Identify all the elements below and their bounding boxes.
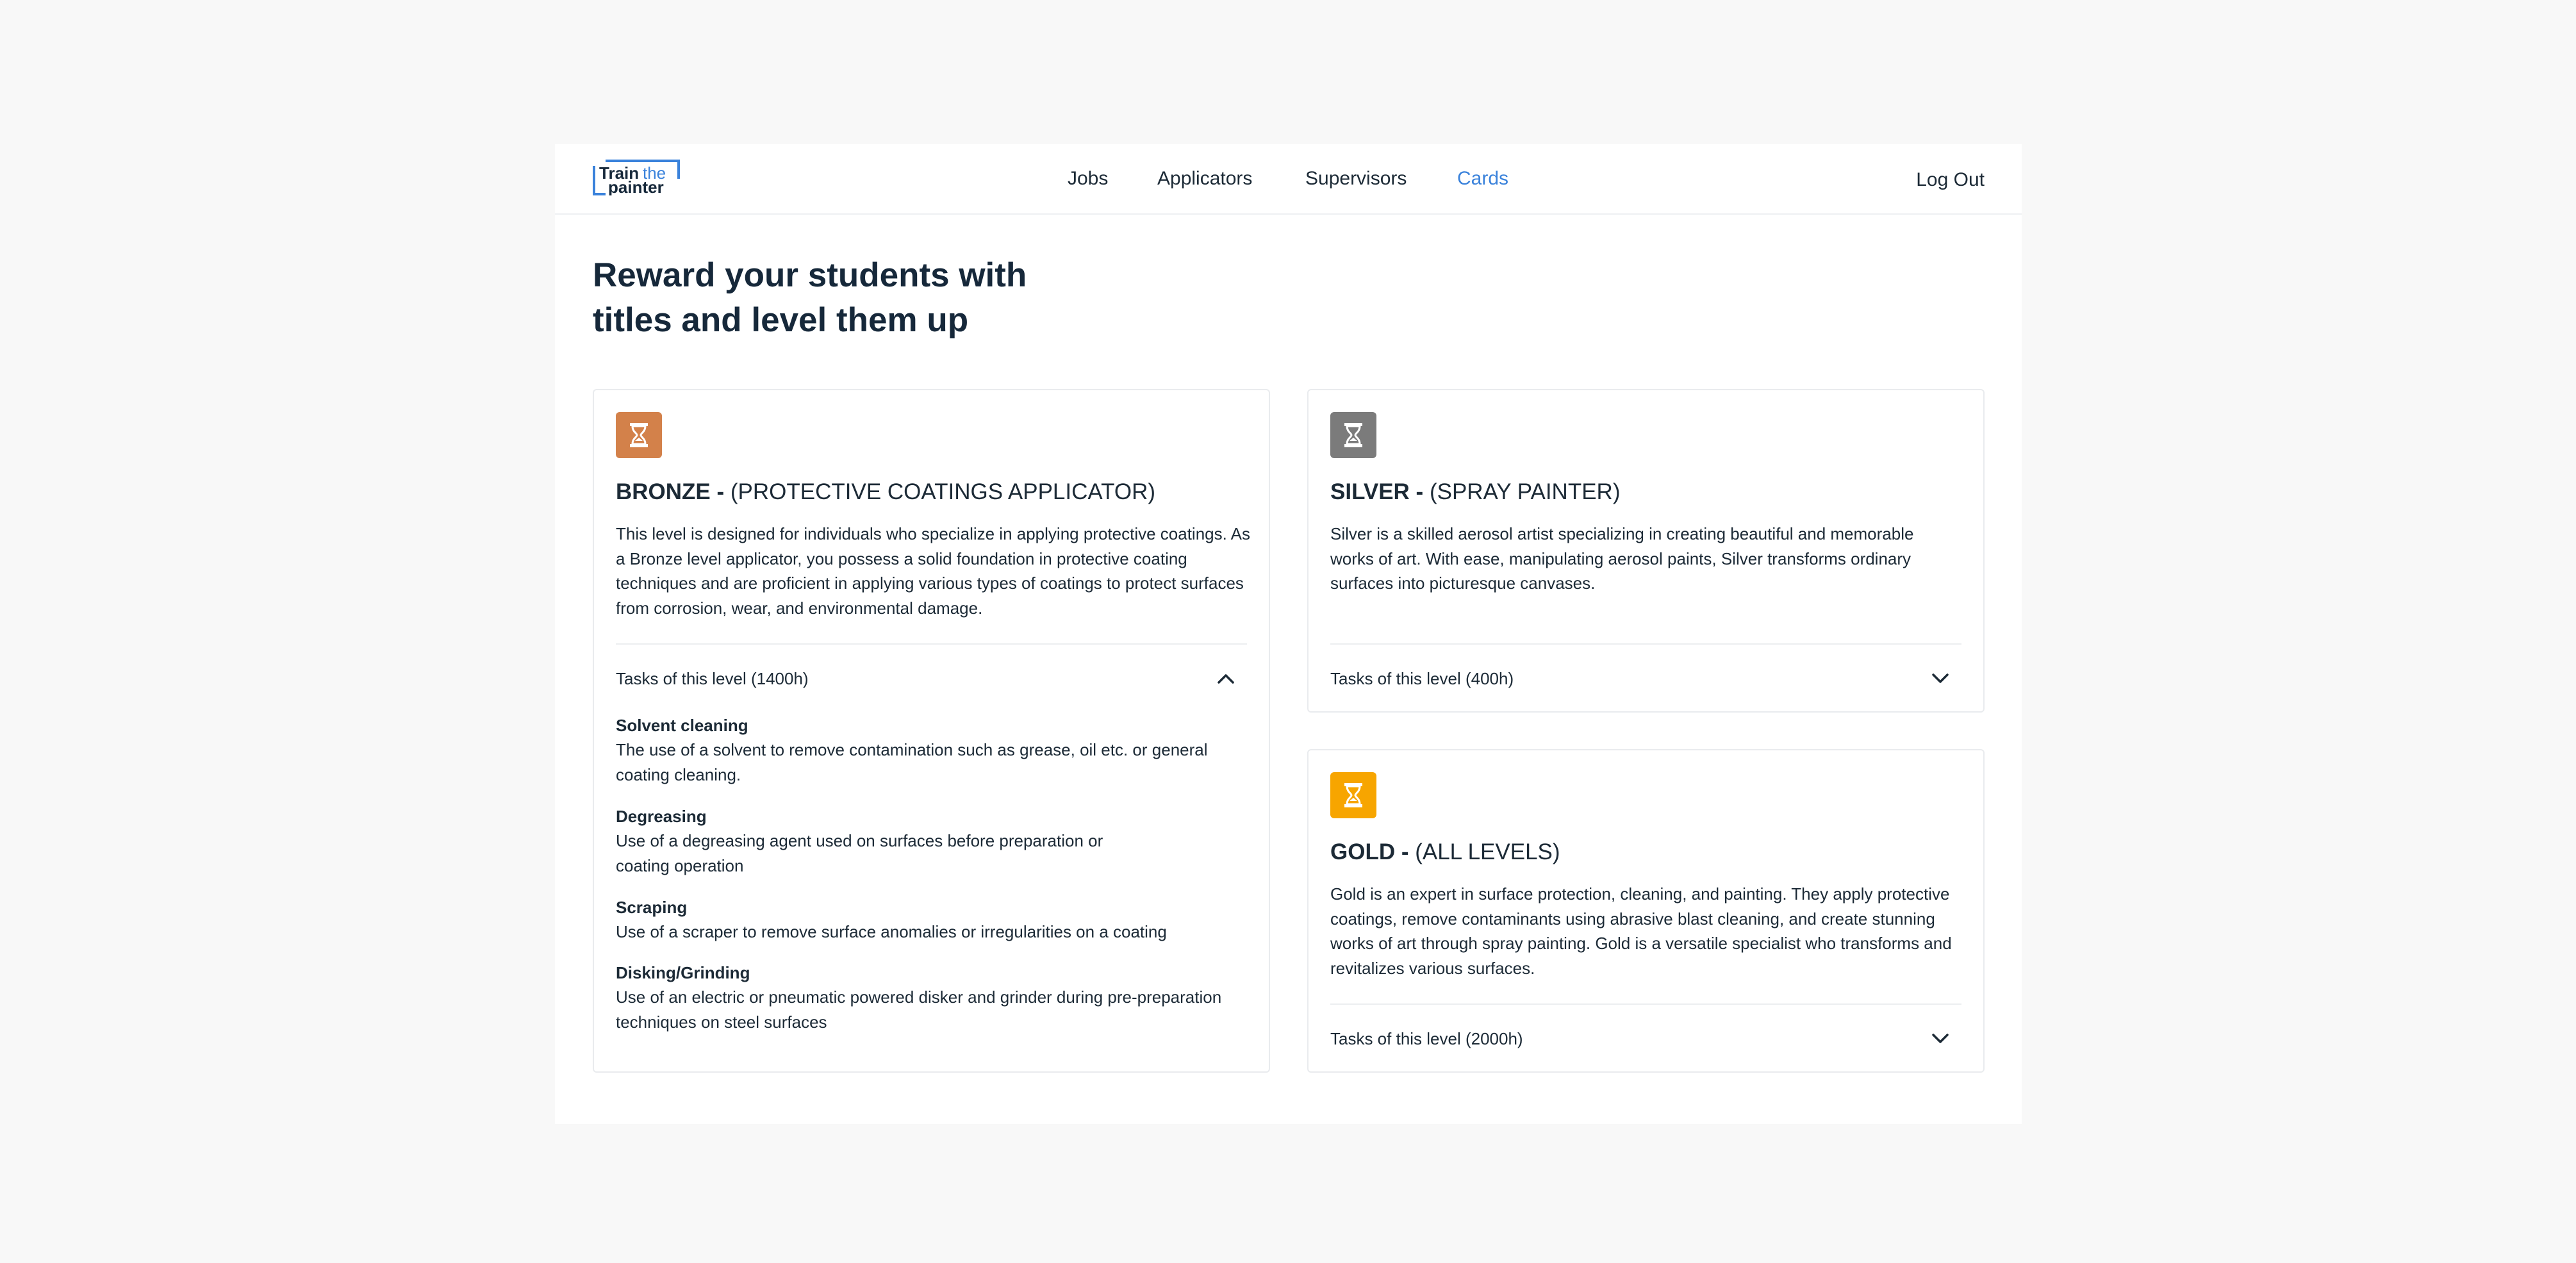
task-item: Disking/Grinding Use of an electric or p… bbox=[616, 961, 1257, 1034]
task-item: Degreasing Use of a degreasing agent use… bbox=[616, 804, 1116, 878]
chevron-down-icon bbox=[1932, 1034, 1949, 1043]
task-item: Scraping Use of a scraper to remove surf… bbox=[616, 895, 1257, 945]
tasks-toggle[interactable]: Tasks of this level (1400h) bbox=[616, 659, 1247, 698]
task-name: Solvent cleaning bbox=[616, 716, 748, 735]
top-nav: Train the painter Jobs Applicators Super… bbox=[555, 144, 2022, 215]
level-name: BRONZE - bbox=[616, 479, 725, 504]
level-name: SILVER - bbox=[1330, 479, 1424, 504]
divider bbox=[1330, 643, 1961, 645]
tasks-label: Tasks of this level (2000h) bbox=[1330, 1029, 1523, 1048]
nav-applicators[interactable]: Applicators bbox=[1157, 166, 1252, 192]
tasks-toggle[interactable]: Tasks of this level (2000h) bbox=[1330, 1019, 1961, 1058]
page-title-line-2: titles and level them up bbox=[593, 301, 969, 339]
page-title: Reward your students with titles and lev… bbox=[593, 253, 1105, 343]
card-title: SILVER - (SPRAY PAINTER) bbox=[1330, 477, 1621, 507]
page-title-line-1: Reward your students with bbox=[593, 256, 1027, 294]
nav-links: Jobs Applicators Supervisors Cards bbox=[555, 144, 2022, 213]
chevron-up-icon bbox=[1218, 674, 1234, 684]
tasks-toggle[interactable]: Tasks of this level (400h) bbox=[1330, 659, 1961, 698]
nav-cards[interactable]: Cards bbox=[1457, 166, 1508, 192]
task-desc: Use of a degreasing agent used on surfac… bbox=[616, 831, 1103, 875]
level-role: (PROTECTIVE COATINGS APPLICATOR) bbox=[730, 479, 1156, 504]
hourglass-icon bbox=[616, 412, 662, 458]
task-name: Degreasing bbox=[616, 807, 707, 826]
task-name: Disking/Grinding bbox=[616, 963, 750, 982]
level-role: (ALL LEVELS) bbox=[1415, 839, 1560, 864]
level-description: Silver is a skilled aerosol artist speci… bbox=[1330, 524, 1914, 593]
divider bbox=[616, 643, 1247, 645]
task-desc: Use of an electric or pneumatic powered … bbox=[616, 987, 1222, 1032]
card-title: GOLD - (ALL LEVELS) bbox=[1330, 838, 1560, 867]
tasks-label: Tasks of this level (1400h) bbox=[616, 669, 809, 688]
hourglass-icon bbox=[1330, 772, 1376, 818]
card-title: BRONZE - (PROTECTIVE COATINGS APPLICATOR… bbox=[616, 477, 1155, 507]
nav-supervisors[interactable]: Supervisors bbox=[1305, 166, 1407, 192]
hourglass-icon bbox=[1330, 412, 1376, 458]
divider bbox=[1330, 1003, 1961, 1005]
tasks-label: Tasks of this level (400h) bbox=[1330, 669, 1514, 688]
task-item: Solvent cleaning The use of a solvent to… bbox=[616, 713, 1257, 787]
app-window: Train the painter Jobs Applicators Super… bbox=[555, 144, 2022, 1124]
card-gold: GOLD - (ALL LEVELS) Gold is an expert in… bbox=[1307, 749, 1985, 1073]
level-name: GOLD - bbox=[1330, 839, 1409, 864]
level-description: Gold is an expert in surface protection,… bbox=[1330, 884, 1952, 978]
logout-button[interactable]: Log Out bbox=[1916, 167, 1985, 193]
task-desc: Use of a scraper to remove surface anoma… bbox=[616, 922, 1167, 941]
level-role: (SPRAY PAINTER) bbox=[1429, 479, 1621, 504]
card-bronze: BRONZE - (PROTECTIVE COATINGS APPLICATOR… bbox=[593, 389, 1270, 1073]
chevron-down-icon bbox=[1932, 673, 1949, 683]
card-silver: SILVER - (SPRAY PAINTER) Silver is a ski… bbox=[1307, 389, 1985, 713]
task-name: Scraping bbox=[616, 898, 688, 917]
nav-jobs[interactable]: Jobs bbox=[1068, 166, 1108, 192]
task-desc: The use of a solvent to remove contamina… bbox=[616, 740, 1208, 784]
level-description: This level is designed for individuals w… bbox=[616, 524, 1250, 618]
